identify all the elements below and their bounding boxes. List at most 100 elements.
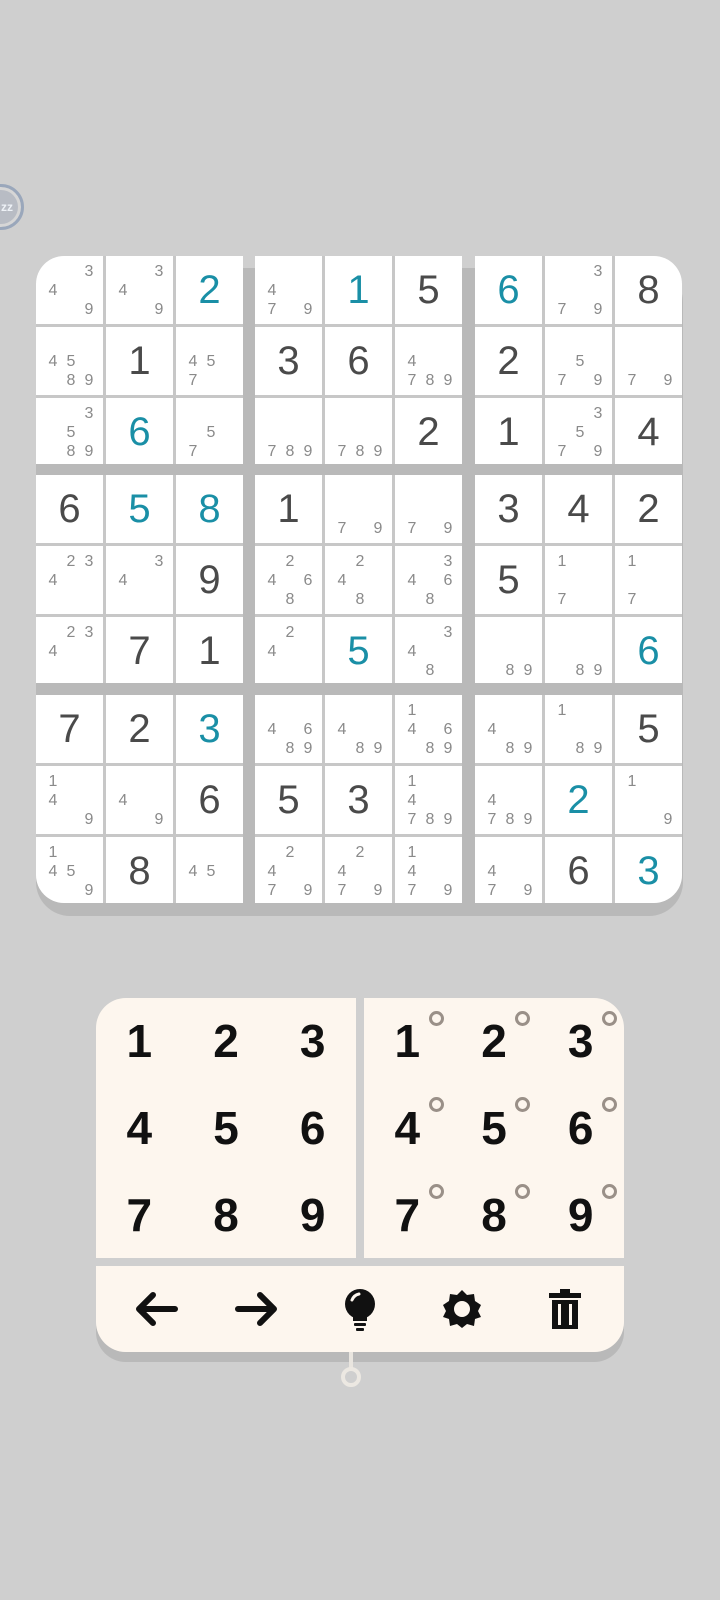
sudoku-cell[interactable]: 4 7 9 [475, 837, 542, 903]
sudoku-cell[interactable]: 2 [545, 766, 612, 834]
sudoku-cell[interactable]: 2 [475, 327, 542, 395]
sudoku-cell[interactable]: 5 [106, 475, 173, 543]
sudoku-cell[interactable]: 3 4 9 [36, 256, 103, 324]
sudoku-cell[interactable]: 6 [176, 766, 243, 834]
sudoku-cell[interactable]: 23 4 [36, 617, 103, 683]
sudoku-cell[interactable]: 57 9 [545, 327, 612, 395]
sudoku-cell[interactable]: 3 [255, 327, 322, 395]
sudoku-cell[interactable]: 357 9 [545, 398, 612, 464]
sudoku-cell[interactable]: 17 [615, 546, 682, 614]
sudoku-cell[interactable]: 7 [36, 695, 103, 763]
sudoku-cell[interactable]: 489 [325, 695, 392, 763]
digit-button[interactable]: 4 [96, 1085, 183, 1172]
sudoku-cell[interactable]: 3 [615, 837, 682, 903]
sudoku-cell[interactable]: 1 [325, 256, 392, 324]
sudoku-cell[interactable]: 8 [176, 475, 243, 543]
sudoku-cell[interactable]: 4 [615, 398, 682, 464]
sudoku-cell[interactable]: 14 9 [36, 766, 103, 834]
note-digit-button[interactable]: 7 [364, 1171, 451, 1258]
digit-button[interactable]: 5 [183, 1085, 270, 1172]
note-digit-button[interactable]: 5 [451, 1085, 538, 1172]
note-digit-button[interactable]: 4 [364, 1085, 451, 1172]
digit-button[interactable]: 1 [96, 998, 183, 1085]
note-digit-button[interactable]: 6 [537, 1085, 624, 1172]
sudoku-cell[interactable]: 2 [395, 398, 462, 464]
sudoku-cell[interactable]: 79 [395, 475, 462, 543]
sudoku-cell[interactable]: 4 789 [475, 766, 542, 834]
sudoku-cell[interactable]: 6 [36, 475, 103, 543]
undo-button[interactable] [125, 1279, 185, 1339]
sudoku-cell[interactable]: 3 [176, 695, 243, 763]
sudoku-cell[interactable]: 24 68 [255, 546, 322, 614]
sudoku-cell[interactable]: 6 [545, 837, 612, 903]
sudoku-cell[interactable]: 6 [325, 327, 392, 395]
sudoku-cell[interactable]: 89 [545, 617, 612, 683]
delete-button[interactable] [535, 1279, 595, 1339]
sudoku-cell[interactable]: 24 7 9 [325, 837, 392, 903]
sudoku-cell[interactable]: 9 [176, 546, 243, 614]
sudoku-cell[interactable]: 14 789 [395, 766, 462, 834]
sudoku-cell[interactable]: 789 [255, 398, 322, 464]
redo-button[interactable] [228, 1279, 288, 1339]
sudoku-cell[interactable]: 1 89 [545, 695, 612, 763]
note-digit-button[interactable]: 9 [537, 1171, 624, 1258]
sudoku-cell[interactable]: 5 [475, 546, 542, 614]
sudoku-cell[interactable]: 14 7 9 [395, 837, 462, 903]
sudoku-cell[interactable]: 248 [325, 546, 392, 614]
sudoku-cell[interactable]: 45 89 [36, 327, 103, 395]
digit-button[interactable]: 2 [183, 998, 270, 1085]
sudoku-cell[interactable]: 3 7 9 [545, 256, 612, 324]
note-digit-button[interactable]: 3 [537, 998, 624, 1085]
digit-button[interactable]: 9 [269, 1171, 356, 1258]
note-digit-button[interactable]: 1 [364, 998, 451, 1085]
sudoku-cell[interactable]: 1459 [36, 837, 103, 903]
sudoku-cell[interactable]: 35 89 [36, 398, 103, 464]
sudoku-cell[interactable]: 3 4 68 [395, 546, 462, 614]
digit-button[interactable]: 7 [96, 1171, 183, 1258]
sudoku-cell[interactable]: 5 [395, 256, 462, 324]
sudoku-cell[interactable]: 17 [545, 546, 612, 614]
note-digit-button[interactable]: 8 [451, 1171, 538, 1258]
sudoku-cell[interactable]: 2 [176, 256, 243, 324]
sudoku-cell[interactable]: 7 [106, 617, 173, 683]
sudoku-cell[interactable]: 19 [615, 766, 682, 834]
settings-button[interactable] [432, 1279, 492, 1339]
sudoku-cell[interactable]: 49 [106, 766, 173, 834]
sudoku-cell[interactable]: 24 7 9 [255, 837, 322, 903]
digit-button[interactable]: 8 [183, 1171, 270, 1258]
sudoku-cell[interactable]: 5 [255, 766, 322, 834]
sudoku-cell[interactable]: 45 [176, 837, 243, 903]
sudoku-cell[interactable]: 8 [615, 256, 682, 324]
sudoku-cell[interactable]: 6 [106, 398, 173, 464]
sudoku-cell[interactable]: 1 [176, 617, 243, 683]
sudoku-cell[interactable]: 5 [325, 617, 392, 683]
sudoku-cell[interactable]: 89 [475, 617, 542, 683]
sudoku-cell[interactable]: 79 [615, 327, 682, 395]
sudoku-cell[interactable]: 24 [255, 617, 322, 683]
sudoku-cell[interactable]: 57 [176, 398, 243, 464]
sudoku-cell[interactable]: 1 [255, 475, 322, 543]
sudoku-cell[interactable]: 6 [615, 617, 682, 683]
sudoku-cell[interactable]: 3 [475, 475, 542, 543]
sudoku-cell[interactable]: 2 [615, 475, 682, 543]
sudoku-cell[interactable]: 8 [106, 837, 173, 903]
sudoku-cell[interactable]: 3 4 9 [106, 256, 173, 324]
sudoku-cell[interactable]: 457 [176, 327, 243, 395]
sudoku-cell[interactable]: 2 [106, 695, 173, 763]
sudoku-cell[interactable]: 34 [106, 546, 173, 614]
sudoku-cell[interactable]: 79 [325, 475, 392, 543]
sudoku-cell[interactable]: 5 [615, 695, 682, 763]
hint-button[interactable] [330, 1279, 390, 1339]
sudoku-cell[interactable]: 6 [475, 256, 542, 324]
sudoku-cell[interactable]: 1 [106, 327, 173, 395]
side-badge[interactable]: zz [0, 184, 24, 230]
sudoku-cell[interactable]: 4 7 9 [255, 256, 322, 324]
note-digit-button[interactable]: 2 [451, 998, 538, 1085]
sudoku-cell[interactable]: 3 48 [395, 617, 462, 683]
sudoku-cell[interactable]: 789 [325, 398, 392, 464]
sudoku-cell[interactable]: 489 [475, 695, 542, 763]
sudoku-cell[interactable]: 23 4 [36, 546, 103, 614]
sudoku-cell[interactable]: 4 [545, 475, 612, 543]
pad-drag-handle[interactable] [341, 1367, 361, 1387]
sudoku-cell[interactable]: 14 689 [395, 695, 462, 763]
